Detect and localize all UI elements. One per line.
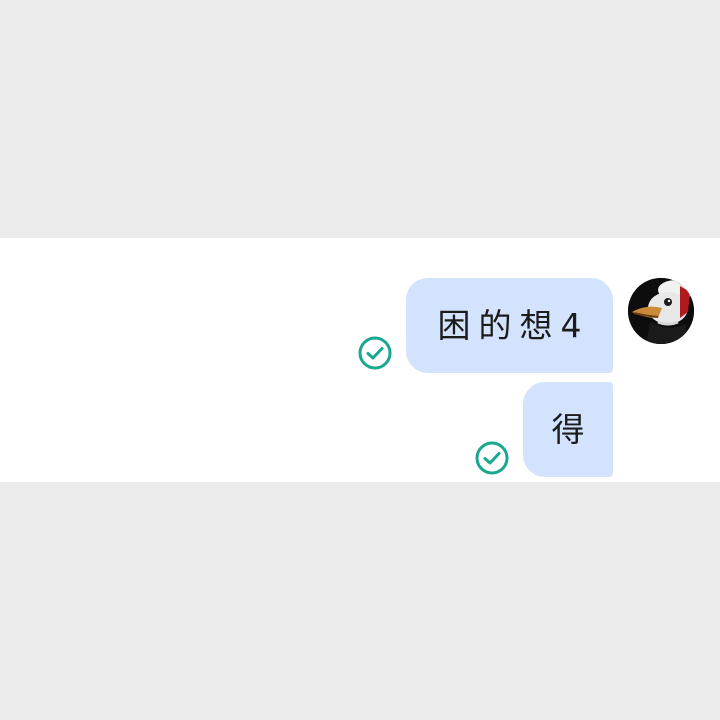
dim-overlay-top — [0, 0, 720, 238]
dim-overlay-bottom — [0, 482, 720, 720]
message-text: 得 — [551, 410, 593, 449]
check-circle-icon — [358, 336, 392, 370]
check-circle-icon — [475, 441, 509, 475]
message-group: 困的想4 得 — [0, 238, 720, 482]
duck-avatar-icon — [628, 278, 694, 344]
message-bubble[interactable]: 得 — [523, 382, 613, 477]
message-text: 困的想4 — [437, 306, 590, 345]
avatar[interactable] — [628, 278, 694, 344]
message-bubble[interactable]: 困的想4 — [406, 278, 613, 373]
